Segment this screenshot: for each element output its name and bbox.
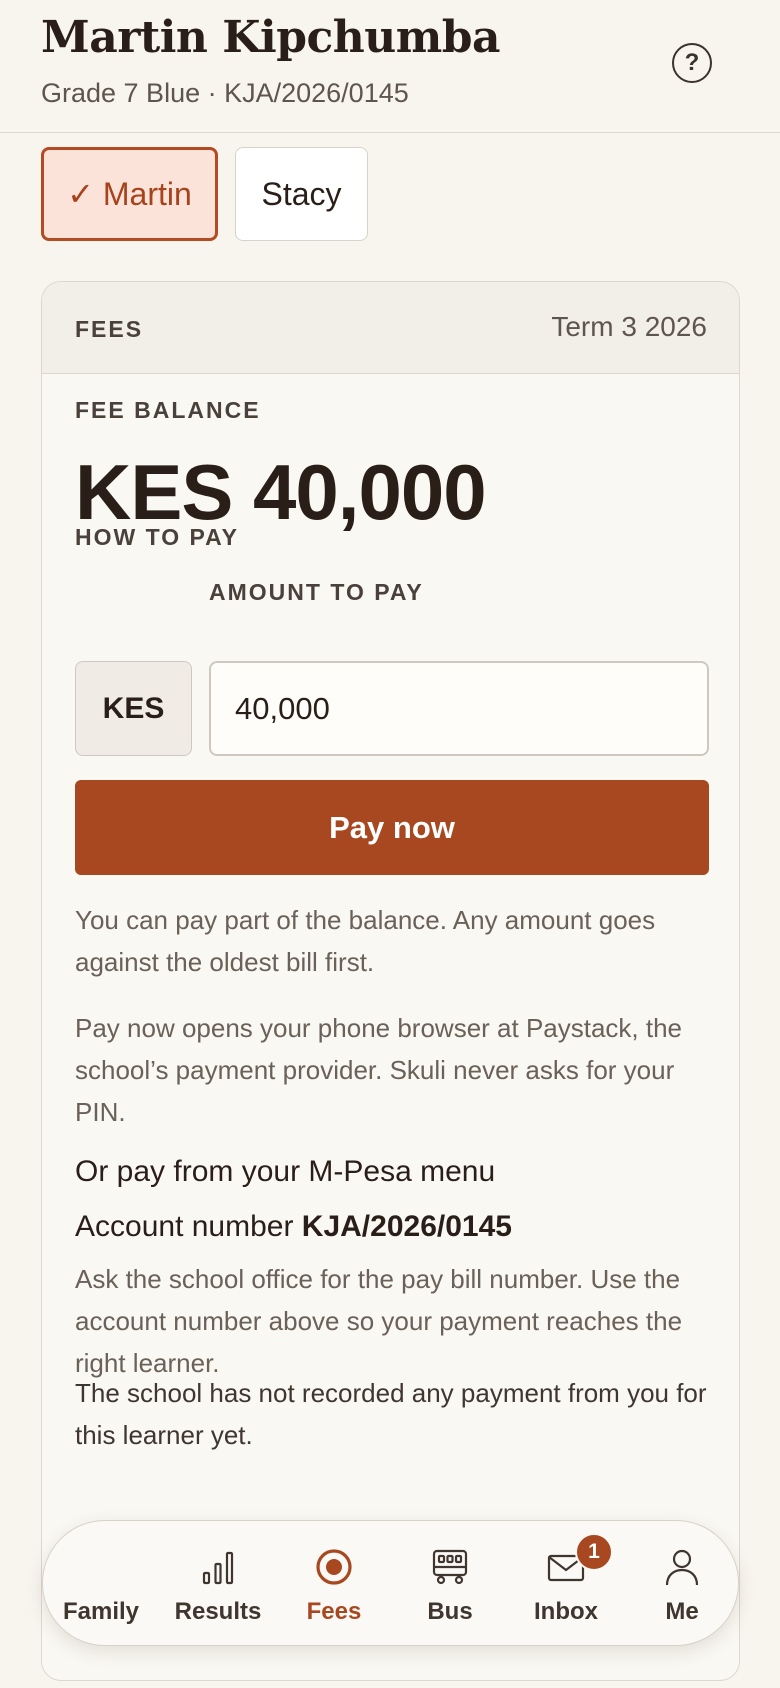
mpesa-heading: Or pay from your M-Pesa menu [75,1155,496,1188]
learner-tab-stacy[interactable]: Stacy [235,147,368,241]
account-number-prefix: Account number [75,1210,294,1243]
learner-name: Martin Kipchumba [41,12,501,63]
paybill-note: Ask the school office for the pay bill n… [75,1264,683,1378]
pay-now-button[interactable]: Pay now [75,780,709,875]
help-button[interactable]: ? [672,43,712,83]
nav-bus[interactable]: Bus [395,1521,505,1647]
learner-tab-martin[interactable]: ✓ Martin [41,147,218,241]
paystack-note: Pay now opens your phone browser at Pays… [75,1013,683,1127]
learner-header: Martin Kipchumba Grade 7 Blue · KJA/2026… [0,0,780,133]
target-icon [316,1549,352,1585]
inbox-unread-badge: 1 [575,1533,613,1571]
amount-to-pay-label: AMOUNT TO PAY [209,579,424,605]
nav-results[interactable]: Results [163,1521,273,1647]
family-icon [81,1547,121,1587]
nav-me[interactable]: Me [627,1521,737,1647]
nav-fees[interactable]: Fees [279,1521,389,1647]
nav-family-label: Family [62,1598,140,1625]
fees-screen: Martin Kipchumba Grade 7 Blue · KJA/2026… [0,0,780,1688]
fees-section-label: FEES [75,316,144,342]
nav-me-label: Me [665,1598,699,1625]
account-number-line: Account number KJA/2026/0145 [75,1210,512,1244]
nav-results-label: Results [174,1598,262,1625]
help-icon: ? [684,49,700,76]
bottom-nav: Family Results Fees Bus 1 Inbox Me [42,1520,739,1646]
nav-inbox-label: Inbox [534,1598,598,1625]
partial-payment-note: You can pay part of the balance. Any amo… [75,905,656,977]
fees-card: FEES Term 3 2026 FEE BALANCE KES 40,000 … [41,281,740,1681]
term-label: Term 3 2026 [551,311,707,342]
amount-input[interactable] [209,661,709,756]
currency-label: KES [75,661,192,756]
fees-card-header: FEES Term 3 2026 [42,282,739,374]
how-to-pay-label: HOW TO PAY [75,524,239,550]
nav-bus-label: Bus [427,1598,473,1625]
nav-family[interactable]: Family [46,1521,156,1647]
person-icon [665,1549,699,1586]
nav-fees-label: Fees [306,1598,362,1625]
payment-status-text: The school has not recorded any payment … [75,1378,707,1450]
learner-class-and-admission: Grade 7 Blue · KJA/2026/0145 [41,78,409,108]
bus-icon [432,1549,468,1585]
fee-balance-label: FEE BALANCE [75,397,261,423]
nav-inbox[interactable]: 1 Inbox [511,1521,621,1647]
account-number-value: KJA/2026/0145 [301,1210,512,1243]
bar-chart-icon [202,1551,234,1585]
